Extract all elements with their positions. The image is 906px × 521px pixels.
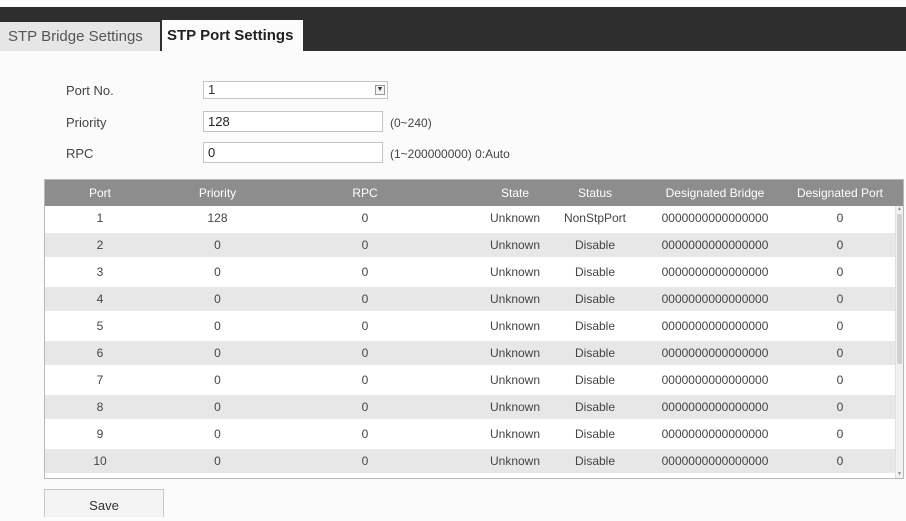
cell-designated-bridge: 0000000000000000	[661, 373, 769, 387]
cell-status: Disable	[574, 292, 616, 306]
cell-status: Disable	[574, 346, 616, 360]
save-button[interactable]: Save	[44, 489, 164, 517]
cell-status: NonStpPort	[563, 211, 627, 225]
rpc-input[interactable]	[203, 142, 383, 163]
cell-designated-bridge: 0000000000000000	[661, 319, 769, 333]
cell-status: Disable	[574, 238, 616, 252]
port-no-label: Port No.	[66, 83, 114, 98]
cell-priority: 0	[214, 427, 221, 441]
cell-port: 1	[96, 211, 104, 225]
cell-priority: 0	[214, 373, 221, 387]
cell-designated-bridge: 0000000000000000	[661, 400, 769, 414]
cell-rpc: 0	[361, 373, 369, 387]
scroll-down-icon[interactable]: ▼	[896, 471, 903, 478]
cell-designated-port: 0	[836, 211, 844, 225]
priority-hint: (0~240)	[390, 116, 432, 130]
cell-designated-port: 0	[836, 319, 844, 333]
cell-port: 5	[96, 319, 104, 333]
table-row[interactable]: 3 0 0 Unknown Disable 0000000000000000 0	[45, 260, 895, 284]
cell-priority: 0	[214, 238, 221, 252]
cell-designated-bridge: 0000000000000000	[661, 265, 769, 279]
cell-port: 9	[96, 427, 104, 441]
table-row[interactable]: 5 0 0 Unknown Disable 0000000000000000 0	[45, 314, 895, 338]
table-header: Port Priority RPC State Status Designate…	[45, 180, 903, 206]
cell-priority: 0	[214, 319, 221, 333]
priority-label: Priority	[66, 115, 107, 130]
header-priority: Priority	[198, 186, 237, 200]
header-designated-bridge: Designated Bridge	[665, 186, 765, 200]
cell-designated-port: 0	[836, 373, 844, 387]
cell-rpc: 0	[361, 238, 369, 252]
cell-designated-port: 0	[836, 265, 844, 279]
cell-rpc: 0	[361, 292, 369, 306]
table-scrollbar[interactable]: ▲ ▼	[895, 206, 903, 478]
table-row[interactable]: 10 0 0 Unknown Disable 0000000000000000 0	[45, 449, 895, 473]
table-row[interactable]: 1 128 0 Unknown NonStpPort 0000000000000000 0	[45, 206, 895, 230]
cell-designated-bridge: 0000000000000000	[661, 427, 769, 441]
cell-port: 6	[96, 346, 104, 360]
cell-status: Disable	[574, 400, 616, 414]
table-row[interactable]: 9 0 0 Unknown Disable 0000000000000000 0	[45, 422, 895, 446]
cell-priority: 0	[214, 346, 221, 360]
cell-status: Disable	[574, 427, 616, 441]
cell-status: Disable	[574, 319, 616, 333]
top-strip	[0, 0, 906, 7]
cell-rpc: 0	[361, 346, 369, 360]
rpc-label: RPC	[66, 146, 94, 161]
cell-priority: 0	[214, 292, 221, 306]
cell-port: 2	[96, 238, 104, 252]
cell-rpc: 0	[361, 454, 369, 468]
cell-designated-bridge: 0000000000000000	[661, 346, 769, 360]
cell-rpc: 0	[361, 319, 369, 333]
cell-status: Disable	[574, 265, 616, 279]
cell-port: 4	[96, 292, 104, 306]
table-body: 1 128 0 Unknown NonStpPort 0000000000000000 0 2…	[45, 206, 895, 478]
port-table: Port Priority RPC State Status Designate…	[44, 179, 904, 479]
cell-rpc: 0	[361, 265, 369, 279]
scroll-thumb[interactable]	[897, 214, 902, 364]
cell-designated-bridge: 0000000000000000	[661, 292, 769, 306]
cell-designated-port: 0	[836, 346, 844, 360]
cell-port: 8	[96, 400, 104, 414]
cell-designated-bridge: 0000000000000000	[661, 454, 769, 468]
cell-designated-port: 0	[836, 427, 844, 441]
cell-priority: 0	[214, 265, 221, 279]
cell-status: Disable	[574, 454, 616, 468]
priority-input[interactable]	[203, 111, 383, 132]
cell-status: Disable	[574, 373, 616, 387]
port-no-select[interactable]: 1 ▼	[203, 81, 388, 99]
cell-designated-bridge: 0000000000000000	[661, 238, 769, 252]
tab-stp-bridge-settings[interactable]: STP Bridge Settings	[0, 22, 160, 51]
cell-designated-bridge: 0000000000000000	[661, 211, 769, 225]
chevron-down-icon[interactable]: ▼	[375, 85, 385, 95]
table-row[interactable]: 6 0 0 Unknown Disable 0000000000000000 0	[45, 341, 895, 365]
cell-designated-port: 0	[836, 238, 844, 252]
cell-designated-port: 0	[836, 292, 844, 306]
rpc-hint: (1~200000000) 0:Auto	[390, 147, 510, 161]
table-row[interactable]: 2 0 0 Unknown Disable 0000000000000000 0	[45, 233, 895, 257]
tab-stp-port-settings[interactable]: STP Port Settings	[162, 20, 303, 51]
cell-priority: 0	[214, 454, 221, 468]
top-bar: STP Bridge Settings STP Port Settings	[0, 0, 906, 51]
cell-rpc: 0	[361, 211, 369, 225]
cell-priority: 128	[207, 211, 228, 225]
cell-port: 10	[93, 454, 107, 468]
header-status: Status	[577, 186, 613, 200]
header-rpc: RPC	[352, 186, 378, 200]
cell-priority: 0	[214, 400, 221, 414]
cell-port: 7	[96, 373, 104, 387]
cell-port: 3	[96, 265, 104, 279]
table-row[interactable]: 7 0 0 Unknown Disable 0000000000000000 0	[45, 368, 895, 392]
port-no-value: 1	[208, 82, 216, 97]
table-row[interactable]: 8 0 0 Unknown Disable 0000000000000000 0	[45, 395, 895, 419]
table-row[interactable]: 4 0 0 Unknown Disable 0000000000000000 0	[45, 287, 895, 311]
cell-rpc: 0	[361, 400, 369, 414]
cell-rpc: 0	[361, 427, 369, 441]
cell-designated-port: 0	[836, 400, 844, 414]
cell-designated-port: 0	[836, 454, 844, 468]
scroll-up-icon[interactable]: ▲	[896, 206, 903, 213]
header-port: Port	[88, 186, 111, 200]
header-designated-port: Designated Port	[796, 186, 884, 200]
